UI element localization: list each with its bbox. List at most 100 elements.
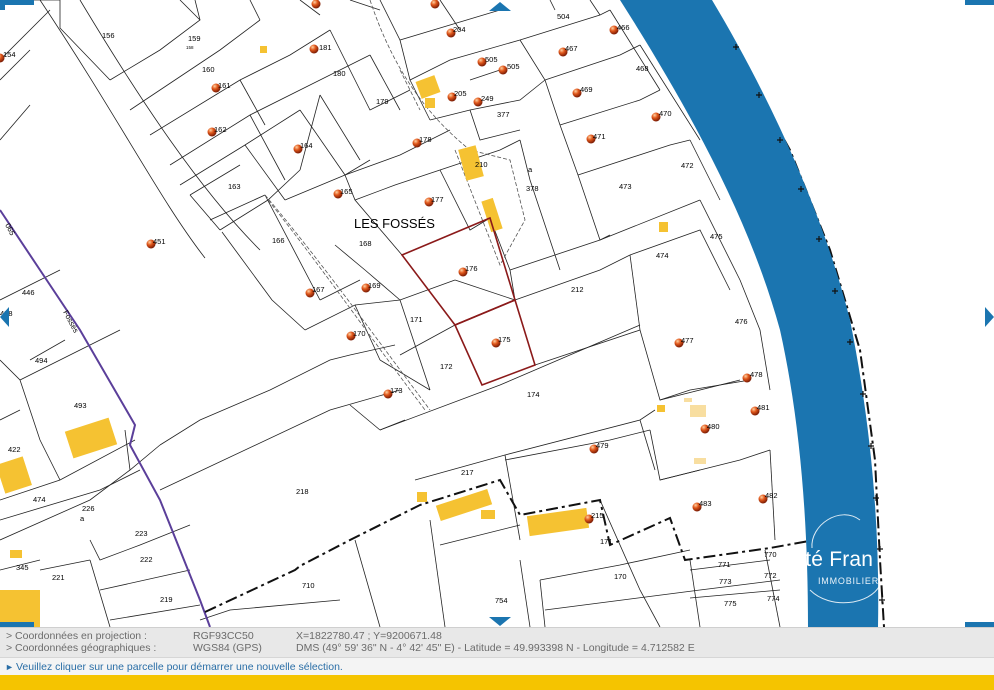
marker[interactable] [430, 0, 440, 9]
geographic-label: > Coordonnées géographiques : [6, 642, 157, 654]
geographic-system: WGS84 (GPS) [193, 642, 262, 654]
parcel-label: 478 [750, 370, 763, 379]
parcel-label: 168 [359, 239, 372, 248]
parcel-label: 775 [724, 599, 737, 608]
marker[interactable] [311, 0, 321, 9]
parcel-label: 422 [8, 445, 21, 454]
corner-marker-top-left-v [0, 0, 5, 10]
parcel-label: 754 [495, 596, 508, 605]
watermark-subtitle: IMMOBILIER [818, 576, 880, 586]
map-canvas[interactable]: 504 156 159 158 154 160 181 180 204 505 … [0, 0, 994, 627]
road-name-label: Fossés [61, 309, 80, 335]
parcel-label: 161 [218, 81, 231, 90]
parcel-label: 770 [764, 550, 777, 559]
parcel-label: 474 [656, 251, 669, 260]
parcel-label: 771 [718, 560, 731, 569]
pan-up-icon[interactable] [489, 2, 511, 11]
parcel-label: 167 [312, 285, 325, 294]
parcel-labels: 504 156 159 158 154 160 181 180 204 505 … [0, 12, 780, 608]
coordinates-panel: > Coordonnées en projection : RGF93CC50 … [0, 627, 994, 658]
parcel-label: 176 [465, 264, 478, 273]
selected-parcels[interactable] [400, 216, 536, 387]
parcel-label: 480 [707, 422, 720, 431]
river-meuse [620, 0, 879, 627]
parcel-label: 159 [188, 34, 201, 43]
parcel-label: 156 [102, 31, 115, 40]
parcel-label: 179 [376, 97, 389, 106]
notice-arrow-icon: ► [5, 662, 14, 672]
parcel-label: 175 [498, 335, 511, 344]
parcel-label: 472 [681, 161, 694, 170]
parcel-label: 469 [580, 85, 593, 94]
parcel-label: 169 [368, 281, 381, 290]
parcel-label: 473 [619, 182, 632, 191]
parcel-label: a [80, 514, 85, 523]
parcel-label: 221 [52, 573, 65, 582]
watermark-title: Côté Fran [778, 548, 874, 571]
parcel-label: 163 [228, 182, 241, 191]
parcel-label: 172 [440, 362, 453, 371]
parcel-label: 494 [35, 356, 48, 365]
notice-text: Veuillez cliquer sur une parcelle pour d… [16, 661, 343, 673]
parcel-label: 493 [74, 401, 87, 410]
parcel-label: 222 [140, 555, 153, 564]
parcel-label: 210 [475, 160, 488, 169]
geographic-value: DMS (49° 59' 36" N - 4° 42' 45" E) - Lat… [296, 642, 695, 654]
selected-parcel-176[interactable] [400, 216, 516, 326]
parcel-label: 345 [16, 563, 29, 572]
parcel-label: 451 [153, 237, 166, 246]
parcel-label: 481 [757, 403, 770, 412]
locality-label: LES FOSSÉS [354, 216, 435, 231]
parcel-label: 204 [453, 25, 466, 34]
parcel-label: 378 [526, 184, 539, 193]
parcel-label: 174 [527, 390, 540, 399]
parcel-label: 180 [333, 69, 346, 78]
parcel-label: 477 [681, 336, 694, 345]
parcel-label: 178 [419, 135, 432, 144]
parcel-label: 164 [300, 141, 313, 150]
road-name-label: 065 [3, 222, 17, 237]
parcel-label: 170 [614, 572, 627, 581]
selection-notice: ► Veuillez cliquer sur une parcelle pour… [0, 657, 994, 676]
pan-left-icon[interactable] [0, 307, 9, 327]
parcel-label: 482 [765, 491, 778, 500]
parcel-label: 217 [461, 468, 474, 477]
corner-marker-top-right [965, 0, 994, 5]
parcel-label: 160 [202, 65, 215, 74]
parcel-label: 471 [593, 132, 606, 141]
parcel-boundaries [0, 0, 781, 627]
parcel-label: 170 [353, 329, 366, 338]
parcel-label: 710 [302, 581, 315, 590]
pan-right-icon[interactable] [985, 307, 994, 327]
cadastral-map[interactable]: 504 156 159 158 154 160 181 180 204 505 … [0, 0, 994, 627]
parcel-label: 173 [390, 386, 403, 395]
road-line [0, 209, 211, 627]
marker[interactable] [309, 44, 319, 54]
parcel-label: 177 [431, 195, 444, 204]
parcel-label: 154 [3, 50, 16, 59]
parcel-label: 483 [699, 499, 712, 508]
parcel-label: 773 [719, 577, 732, 586]
corner-marker-top-left [0, 0, 34, 5]
parcel-label: 205 [454, 89, 467, 98]
parcel-label: 476 [735, 317, 748, 326]
parcel-label: 215 [591, 511, 604, 520]
parcel-label: 774 [767, 594, 780, 603]
parcel-label: 249 [481, 94, 494, 103]
parcel-label: 226 [82, 504, 95, 513]
parcel-label: 212 [571, 285, 584, 294]
parcel-label: 166 [272, 236, 285, 245]
parcel-label: 158 [186, 45, 194, 50]
parcel-label: 162 [214, 125, 227, 134]
parcel-label: 479 [596, 441, 609, 450]
parcel-label: 470 [659, 109, 672, 118]
parcel-label: 466 [617, 23, 630, 32]
parcel-label: 505 [485, 55, 498, 64]
pan-down-icon[interactable] [489, 617, 511, 626]
parcel-label: 505 [507, 62, 520, 71]
parcel-label: 467 [565, 44, 578, 53]
bottom-bar [0, 675, 994, 690]
parcel-label: 504 [557, 12, 570, 21]
buildings [0, 46, 668, 627]
parcel-label: 165 [340, 187, 353, 196]
